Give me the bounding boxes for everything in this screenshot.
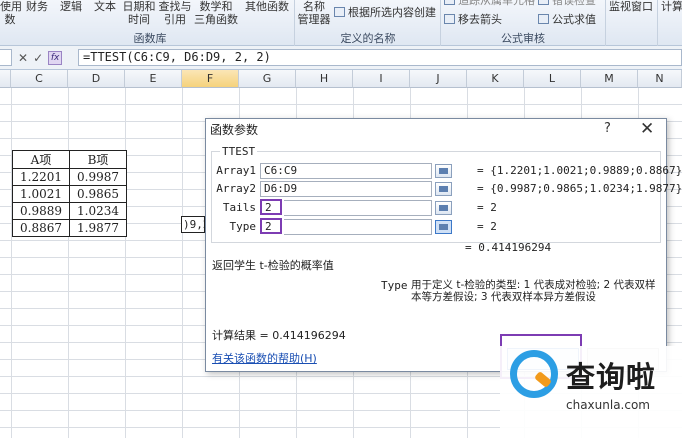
table-cell[interactable]: 0.9865 bbox=[69, 185, 127, 203]
table-header-cell[interactable]: A项 bbox=[12, 150, 70, 169]
watermark-title: 查询啦 bbox=[566, 360, 657, 394]
table-cell[interactable]: 0.9889 bbox=[12, 202, 70, 220]
function-arguments-dialog: 函数参数 ? ✕ TTEST Array1 C6:C9 = {1.2201;1.… bbox=[205, 118, 682, 379]
text-button[interactable]: 文本 bbox=[92, 0, 118, 13]
remove-arrows-icon bbox=[444, 14, 455, 24]
help-icon[interactable]: ? bbox=[604, 121, 611, 136]
collapse-dialog-icon[interactable] bbox=[435, 182, 452, 196]
argument-name: Type bbox=[381, 279, 408, 292]
math-trig-button[interactable]: 数学和 三角函数 bbox=[194, 0, 238, 26]
tails-input-rest[interactable] bbox=[284, 200, 432, 216]
ribbon: 使用 数 财务 逻辑 文本 日期和 时间 查找与 引用 数学和 三角函数 其他函… bbox=[0, 0, 682, 46]
trace-arrow-icon bbox=[444, 0, 455, 5]
tails-result: = 2 bbox=[477, 201, 497, 214]
column-header-e[interactable]: E bbox=[125, 70, 182, 88]
type-input-rest[interactable] bbox=[284, 219, 432, 235]
function-help-link[interactable]: 有关该函数的帮助(H) bbox=[212, 350, 317, 366]
table-cell[interactable]: 1.0234 bbox=[69, 202, 127, 220]
arg-label-tails: Tails bbox=[222, 201, 256, 214]
table-header-row: A项 B项 bbox=[12, 150, 127, 169]
group-defined-names: 定义的名称 bbox=[340, 32, 396, 45]
remove-arrows-button[interactable]: 移去箭头 bbox=[444, 11, 502, 27]
column-header-c[interactable]: C bbox=[11, 70, 68, 88]
table-header-cell[interactable]: B项 bbox=[69, 150, 127, 169]
datetime-button[interactable]: 日期和 时间 bbox=[122, 0, 156, 26]
table-cell[interactable]: 1.0021 bbox=[12, 185, 70, 203]
ribbon-separator bbox=[657, 0, 658, 46]
logic-button[interactable]: 逻辑 bbox=[58, 0, 84, 13]
collapse-dialog-icon[interactable] bbox=[435, 220, 452, 234]
evaluate-formula-icon bbox=[538, 14, 549, 24]
type-input[interactable]: 2 bbox=[260, 218, 282, 234]
array2-input[interactable]: D6:D9 bbox=[260, 181, 432, 197]
name-box[interactable] bbox=[0, 49, 12, 66]
column-header-j[interactable]: J bbox=[410, 70, 467, 88]
column-header-h[interactable]: H bbox=[296, 70, 353, 88]
column-header-d[interactable]: D bbox=[68, 70, 125, 88]
use-function-button[interactable]: 使用 数 bbox=[0, 0, 22, 26]
tails-input[interactable]: 2 bbox=[260, 199, 282, 215]
column-header-f[interactable]: F bbox=[182, 70, 239, 88]
logo-icon bbox=[510, 350, 558, 398]
function-description: 返回学生 t-检验的概率值 bbox=[212, 259, 334, 272]
table-cell[interactable]: 1.9877 bbox=[69, 219, 127, 237]
calculation-button[interactable]: 计算 bbox=[660, 0, 682, 13]
dialog-title: 函数参数 bbox=[210, 123, 259, 137]
insert-function-icon[interactable]: fx bbox=[48, 50, 63, 65]
finance-button[interactable]: 财务 bbox=[24, 0, 50, 13]
create-from-selection-icon bbox=[334, 7, 345, 17]
data-table: A项 B项 1.2201 0.9987 1.0021 0.9865 0.9889… bbox=[12, 150, 127, 237]
ribbon-separator bbox=[605, 0, 606, 46]
watch-window-button[interactable]: 监视窗口 bbox=[608, 0, 654, 13]
formula-bar: ✕ ✓ fx =TTEST(C6:C9, D6:D9, 2, 2) bbox=[0, 46, 682, 70]
collapse-dialog-icon[interactable] bbox=[435, 164, 452, 178]
formula-value: = 0.414196294 bbox=[465, 241, 552, 254]
column-header-i[interactable]: I bbox=[353, 70, 410, 88]
array2-result: = {0.9987;0.9865;1.0234;1.9877} bbox=[477, 182, 682, 195]
column-header-g[interactable]: G bbox=[239, 70, 296, 88]
confirm-entry-icon[interactable]: ✓ bbox=[33, 51, 43, 65]
column-header-k[interactable]: K bbox=[467, 70, 524, 88]
cancel-entry-icon[interactable]: ✕ bbox=[18, 51, 28, 65]
create-from-selection-button[interactable]: 根据所选内容创建 bbox=[334, 4, 436, 20]
group-function-library: 函数库 bbox=[133, 32, 167, 45]
name-manager-button[interactable]: 名称 管理器 bbox=[297, 0, 331, 26]
function-name: TTEST bbox=[220, 145, 258, 158]
column-header-n[interactable]: N bbox=[638, 70, 682, 88]
table-cell[interactable]: 1.2201 bbox=[12, 168, 70, 186]
argument-description: 用于定义 t-检验的类型: 1 代表成对检验; 2 代表双样本等方差假设; 3 … bbox=[411, 279, 656, 303]
table-cell[interactable]: 0.9987 bbox=[69, 168, 127, 186]
arg-label-type: Type bbox=[229, 220, 257, 233]
column-header-edge bbox=[0, 70, 11, 88]
type-result: = 2 bbox=[477, 220, 497, 233]
formula-buttons: ✕ ✓ fx bbox=[18, 49, 76, 66]
error-check-button[interactable]: 错误检查 bbox=[538, 0, 596, 8]
error-check-icon bbox=[538, 0, 549, 5]
table-row: 1.2201 0.9987 bbox=[12, 168, 127, 186]
arg-label-array2: Array2 bbox=[216, 182, 256, 195]
ribbon-separator bbox=[294, 0, 295, 46]
trace-dependents-button[interactable]: 追踪从属单元格 bbox=[444, 0, 535, 8]
column-header-m[interactable]: M bbox=[581, 70, 638, 88]
watermark-url: chaxunla.com bbox=[566, 398, 650, 412]
array1-result: = {1.2201;1.0021;0.9889;0.8867} bbox=[477, 164, 682, 177]
lookup-button[interactable]: 查找与 引用 bbox=[158, 0, 192, 26]
active-cell-edit[interactable]: )9,2 bbox=[181, 216, 205, 233]
table-row: 1.0021 0.9865 bbox=[12, 185, 127, 203]
array1-input[interactable]: C6:C9 bbox=[260, 163, 432, 179]
table-row: 0.9889 1.0234 bbox=[12, 202, 127, 220]
calculation-result: 计算结果 = 0.414196294 bbox=[212, 329, 346, 342]
table-row: 0.8867 1.9877 bbox=[12, 219, 127, 237]
other-functions-button[interactable]: 其他函数 bbox=[243, 0, 291, 13]
evaluate-formula-button[interactable]: 公式求值 bbox=[538, 11, 596, 27]
formula-input[interactable]: =TTEST(C6:C9, D6:D9, 2, 2) bbox=[78, 49, 682, 66]
column-header-l[interactable]: L bbox=[524, 70, 581, 88]
arg-label-array1: Array1 bbox=[216, 164, 256, 177]
table-cell[interactable]: 0.8867 bbox=[12, 219, 70, 237]
close-icon[interactable]: ✕ bbox=[640, 119, 654, 139]
watermark: 查询啦 chaxunla.com bbox=[500, 346, 682, 438]
collapse-dialog-icon[interactable] bbox=[435, 201, 452, 215]
group-formula-auditing: 公式审核 bbox=[501, 32, 545, 45]
